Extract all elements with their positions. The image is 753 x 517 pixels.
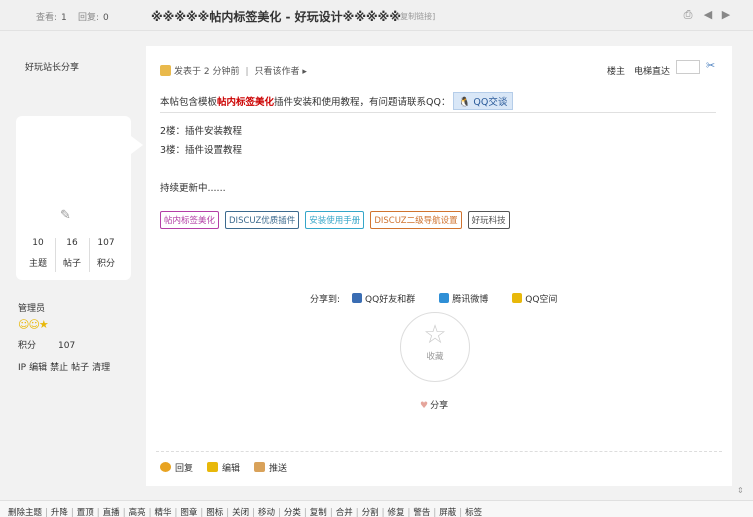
next-thread-icon[interactable]: ▶ [720,9,732,21]
tag-list: 帖内标签美化 DISCUZ优质插件 安装使用手册 DISCUZ二级导航设置 好玩科技 [160,211,516,229]
only-author-link[interactable]: 只看该作者 [255,67,300,77]
points-value: 107 [58,341,76,351]
replies-value: 0 [103,13,109,23]
replies-stat: 回复: 0 [78,10,109,23]
content-line: 持续更新中...... [160,183,226,194]
star-icon: ☆ [423,320,447,350]
share-qzone[interactable]: QQ空间 [512,293,569,305]
share-qq-friends[interactable]: QQ好友和群 [352,293,427,305]
stat-posts[interactable]: 16 帖子 [59,238,85,269]
jump-input[interactable] [676,60,700,74]
actions-divider [156,451,722,452]
floor-label[interactable]: 楼主 [607,64,625,77]
stat-threads[interactable]: 10 主题 [25,238,51,269]
pencil-icon [207,462,219,472]
admin-link-clean[interactable]: 清理 [92,363,110,373]
author-name[interactable]: 好玩站长分享 [25,60,79,73]
stat-divider [55,238,56,272]
push-icon [254,462,266,472]
reply-icon [160,462,171,472]
author-stats: 10 主题 16 帖子 107 积分 [25,238,125,272]
heart-icon: ♥ [420,401,429,411]
admin-link-ip[interactable]: IP [18,363,26,373]
tag-item[interactable]: DISCUZ二级导航设置 [370,211,462,229]
qq-friends-icon [352,293,363,303]
share-bar: 分享到: QQ好友和群 腾讯微博 QQ空间 [310,292,581,305]
chevron-right-icon: ▸ [302,67,307,77]
user-icon [160,65,171,76]
divider [160,112,716,113]
reply-button[interactable]: 回复 [160,462,193,474]
points-label: 积分 [18,341,37,351]
points-row: 积分 107 [18,338,75,351]
post-body: 发表于 2 分钟前 | 只看该作者 ▸ 楼主 电梯直达 ✂ 本帖包含模板帖内标签美化… [146,46,732,486]
copy-link[interactable]: [复制链接] [397,11,435,22]
tag-item[interactable]: 好玩科技 [467,211,510,229]
favorite-button[interactable]: ☆ 收藏 [400,312,470,382]
admin-link-edit[interactable]: 编辑 [29,363,47,373]
stat-points[interactable]: 107 积分 [93,238,119,269]
jump-label: 电梯直达 [634,67,671,77]
edit-button[interactable]: 编辑 [207,462,240,474]
thread-title: ※※※※※帖内标签美化 - 好玩设计※※※※※ [151,10,401,24]
tag-item[interactable]: 帖内标签美化 [160,211,220,229]
user-group[interactable]: 管理员 [18,301,45,314]
share-label: 分享到: [310,295,341,305]
post-meta: 发表于 2 分钟前 | 只看该作者 ▸ [160,64,307,77]
share-tencent-weibo[interactable]: 腾讯微博 [439,293,500,305]
views-value: 1 [61,13,67,23]
admin-link-posts[interactable]: 帖子 [71,363,89,373]
medal-icons: ☺☺★ [18,318,49,331]
moderation-links: 删除主题 | 升降 | 置顶 | 直播 | 高亮 | 精华 | 图章 | 图标 | 关闭 | 移动 | 分类 | 复制 | 合并… [8,506,482,517]
qq-icon: 🐧 [458,97,471,108]
views-label: 查看: [36,13,58,23]
content-line: 2楼：插件安装教程 [160,126,243,137]
admin-link-ban[interactable]: 禁止 [50,363,68,373]
print-icon[interactable]: ⎙ [682,9,694,21]
wrench-icon[interactable]: ✂ [706,59,715,72]
share-button[interactable]: ♥ 分享 [420,398,448,411]
admin-links: IP 编辑 禁止 帖子 清理 [18,360,113,373]
top-bar: 查看: 1 回复: 0 ※※※※※帖内标签美化 - 好玩设计※※※※※ [复制链接]… [0,0,753,31]
push-button[interactable]: 推送 [254,462,287,474]
content-line: 3楼：插件设置教程 [160,145,243,156]
author-card-arrow [131,136,143,154]
qzone-icon [512,293,523,303]
stat-divider [89,238,90,272]
tencent-weibo-icon [439,293,450,303]
tag-item[interactable]: DISCUZ优质插件 [225,211,300,229]
qq-chat-button[interactable]: 🐧 QQ交谈 [452,92,514,110]
tag-item[interactable]: 安装使用手册 [305,211,365,229]
replies-label: 回复: [78,13,100,23]
scroll-handle-icon[interactable]: ⇕ [737,486,744,495]
post-intro: 本帖包含模板帖内标签美化插件安装和使用教程，有问题请联系QQ： 🐧 QQ交谈 [160,92,514,110]
post-actions: 回复 编辑 推送 [160,461,301,474]
post-time: 2 分钟前 [203,67,240,77]
moderation-bar: 删除主题 | 升降 | 置顶 | 直播 | 高亮 | 精华 | 图章 | 图标 | 关闭 | 移动 | 分类 | 复制 | 合并… [0,500,753,517]
views-stat: 查看: 1 [36,10,67,23]
prev-thread-icon[interactable]: ◀ [702,9,714,21]
avatar-icon[interactable]: ✎ [60,208,71,223]
